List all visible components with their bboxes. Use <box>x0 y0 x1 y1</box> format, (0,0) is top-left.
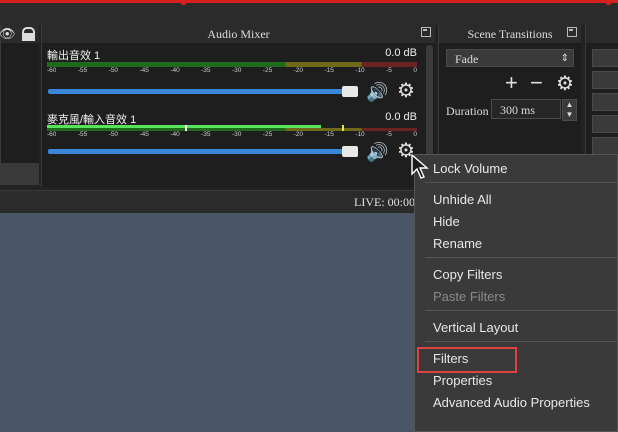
tick-label: -25 <box>262 67 273 74</box>
speaker-icon[interactable]: 🔊 <box>366 82 388 102</box>
menu-separator <box>425 310 618 311</box>
volume-slider-handle[interactable] <box>342 146 358 157</box>
tick-label: -60 <box>47 67 57 74</box>
menu-item-lock-volume[interactable]: Lock Volume <box>433 161 507 176</box>
tick-label: -50 <box>108 67 119 74</box>
meter-ticks: -60 -55 -50 -45 -40 -35 -30 -25 -20 -15 … <box>47 67 417 74</box>
control-button[interactable] <box>592 49 618 67</box>
menu-item-unhide-all[interactable]: Unhide All <box>433 192 492 207</box>
menu-item-hide[interactable]: Hide <box>433 214 460 229</box>
transition-select-value: Fade <box>455 52 479 66</box>
control-button[interactable] <box>592 137 618 155</box>
tick-label: 0 <box>413 131 417 138</box>
undock-icon[interactable] <box>567 27 577 37</box>
tick-label: -10 <box>355 67 365 74</box>
tick-label: -40 <box>170 67 180 74</box>
tick-label: -35 <box>201 131 211 138</box>
menu-separator <box>425 341 618 342</box>
volume-slider-track[interactable] <box>48 89 350 94</box>
gear-icon[interactable]: ⚙ <box>397 81 415 101</box>
menu-item-paste-filters: Paste Filters <box>433 289 506 304</box>
tick-label: 0 <box>413 67 417 74</box>
mixer-channel: 輸出音效 1 0.0 dB -60 -55 -50 -45 -40 -35 -3… <box>47 47 417 74</box>
tick-label: -20 <box>293 131 304 138</box>
tick-label: -15 <box>324 67 334 74</box>
channel-db: 0.0 dB <box>385 47 417 59</box>
duration-value: 300 ms <box>500 103 536 117</box>
tick-label: -5 <box>386 131 392 138</box>
controls-header <box>586 25 618 43</box>
duration-label: Duration <box>446 104 489 118</box>
level-meter <box>47 128 417 131</box>
speaker-icon[interactable]: 🔊 <box>366 142 388 162</box>
top-strip <box>0 0 618 25</box>
channel-name: 輸出音效 1 <box>47 50 101 62</box>
menu-item-advanced-audio-properties[interactable]: Advanced Audio Properties <box>433 395 590 410</box>
filters-highlight-box <box>417 347 517 373</box>
channel-db: 0.0 dB <box>385 111 417 123</box>
tick-label: -25 <box>262 131 273 138</box>
sources-toolbar <box>1 163 39 185</box>
chevron-updown-icon: ⇕ <box>560 53 569 64</box>
control-button[interactable] <box>592 93 618 111</box>
lock-body <box>22 33 35 41</box>
eye-icon[interactable]: 👁 <box>0 26 16 42</box>
menu-separator <box>425 257 618 258</box>
control-button[interactable] <box>592 71 618 89</box>
menu-item-copy-filters[interactable]: Copy Filters <box>433 267 502 282</box>
tick-label: -50 <box>108 131 119 138</box>
tick-label: -45 <box>139 67 149 74</box>
gear-icon[interactable]: ⚙ <box>556 74 574 94</box>
menu-item-properties[interactable]: Properties <box>433 373 492 388</box>
volume-slider-handle[interactable] <box>342 86 358 97</box>
menu-separator <box>425 182 618 183</box>
volume-slider-track[interactable] <box>48 149 350 154</box>
minus-icon[interactable]: − <box>530 72 543 94</box>
audio-mixer-title: Audio Mixer <box>42 25 435 43</box>
duration-input[interactable]: 300 ms <box>491 99 561 119</box>
tick-label: -35 <box>201 67 211 74</box>
tick-label: -5 <box>386 67 392 74</box>
tick-label: -30 <box>231 131 242 138</box>
recording-indicator-line <box>0 0 618 3</box>
plus-icon[interactable]: + <box>505 72 518 94</box>
meter-ticks: -60 -55 -50 -45 -40 -35 -30 -25 -20 -15 … <box>47 131 417 138</box>
transition-select[interactable]: Fade ⇕ <box>446 49 574 67</box>
tick-label: -20 <box>293 67 304 74</box>
scene-transitions-title: Scene Transitions <box>439 25 581 43</box>
tick-label: -45 <box>139 131 149 138</box>
tick-label: -55 <box>77 67 88 74</box>
tick-label: -15 <box>324 131 334 138</box>
mixer-channel: 麥克風/輸入音效 1 0.0 dB -60 -55 -50 -45 -40 -3… <box>47 111 417 138</box>
mouse-cursor-icon <box>411 154 429 179</box>
duration-spinner[interactable]: ▲ ▼ <box>562 99 577 121</box>
sources-panel: 👁 <box>0 25 39 185</box>
peak-marker <box>185 125 187 131</box>
menu-item-rename[interactable]: Rename <box>433 236 482 251</box>
undock-icon[interactable] <box>421 27 431 37</box>
menu-item-vertical-layout[interactable]: Vertical Layout <box>433 320 518 335</box>
peak-marker <box>342 125 344 131</box>
tick-label: -40 <box>170 131 180 138</box>
context-menu: Lock Volume Unhide All Hide Rename Copy … <box>414 154 618 432</box>
control-button[interactable] <box>592 115 618 133</box>
tick-label: -30 <box>231 67 242 74</box>
audio-mixer-panel: Audio Mixer 輸出音效 1 0.0 dB -60 -55 -50 -4… <box>41 25 435 187</box>
scrollbar[interactable] <box>426 45 433 165</box>
sources-header: 👁 <box>0 25 39 43</box>
tick-label: -60 <box>47 131 57 138</box>
live-timer: LIVE: 00:00 <box>354 195 415 209</box>
tick-label: -10 <box>355 131 365 138</box>
tick-label: -55 <box>77 131 88 138</box>
